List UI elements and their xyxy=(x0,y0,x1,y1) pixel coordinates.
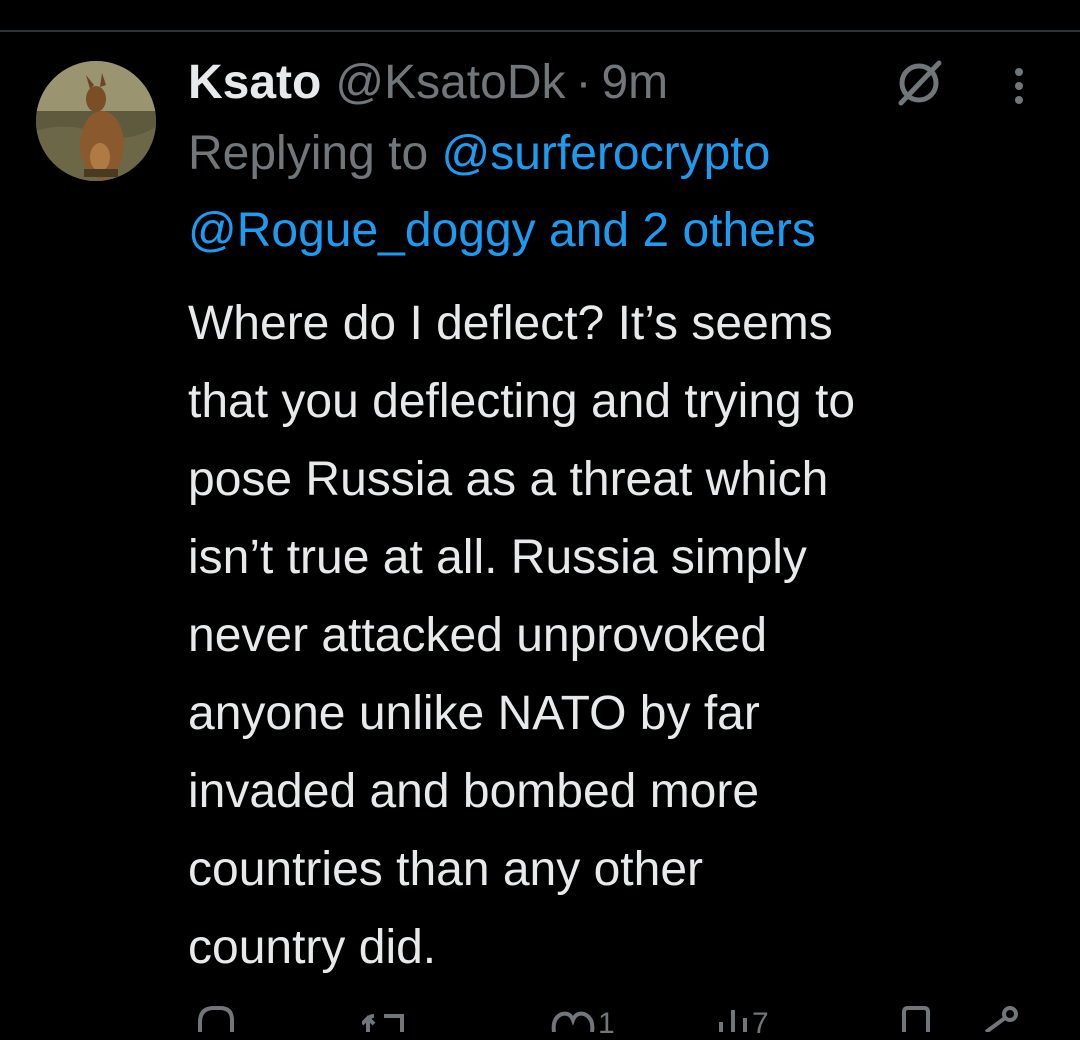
like-button[interactable]: 1 xyxy=(550,1000,615,1040)
reply-icon xyxy=(198,1006,234,1032)
tweet-header: Ksato @KsatoDk · 9m xyxy=(188,52,668,112)
others-link[interactable]: 2 others xyxy=(642,204,815,257)
bookmark-icon xyxy=(902,1006,930,1032)
replying-prefix: Replying to xyxy=(188,127,429,180)
avatar[interactable] xyxy=(36,61,156,181)
body-line: that you deflecting and trying to xyxy=(188,375,856,428)
like-count: 1 xyxy=(598,1007,615,1040)
reply-joiner: and xyxy=(535,204,643,257)
body-line: isn’t true at all. Russia simply xyxy=(188,531,807,584)
like-icon xyxy=(551,1011,595,1032)
views-icon xyxy=(719,1010,747,1032)
body-line: country did. xyxy=(188,921,437,974)
replying-to-line: Replying to @surferocrypto xyxy=(188,124,770,184)
replying-to-line-2: @Rogue_doggy and 2 others xyxy=(188,201,816,261)
body-line: never attacked unprovoked xyxy=(188,609,768,662)
share-button[interactable] xyxy=(978,1000,1022,1032)
user-handle[interactable]: @KsatoDk xyxy=(335,55,565,110)
bookmark-button[interactable] xyxy=(896,1000,936,1032)
body-line: anyone unlike NATO by far xyxy=(188,687,760,740)
views-count: 7 xyxy=(752,1007,769,1040)
retweet-button[interactable] xyxy=(362,1000,410,1032)
retweet-icon xyxy=(362,1014,404,1032)
tweet-body: Where do I deflect? It’s seems that you … xyxy=(188,285,1068,987)
body-line: pose Russia as a threat which xyxy=(188,453,829,506)
top-divider xyxy=(0,30,1080,32)
timestamp[interactable]: 9m xyxy=(601,55,668,110)
reply-button[interactable] xyxy=(192,1000,238,1032)
display-name[interactable]: Ksato xyxy=(188,55,321,110)
action-bar: 1 7 xyxy=(0,1000,1080,1040)
body-line: invaded and bombed more xyxy=(188,765,760,818)
slash-circle-icon[interactable] xyxy=(893,57,945,109)
body-line: countries than any other xyxy=(188,843,703,896)
share-icon xyxy=(984,1006,1018,1032)
mention-link[interactable]: @Rogue_doggy xyxy=(188,204,536,257)
body-line: Where do I deflect? It’s seems xyxy=(188,297,833,350)
mention-link[interactable]: @surferocrypto xyxy=(441,127,770,180)
views-button[interactable]: 7 xyxy=(716,1000,769,1040)
more-vertical-icon[interactable] xyxy=(1004,66,1034,106)
separator-dot: · xyxy=(575,55,592,109)
